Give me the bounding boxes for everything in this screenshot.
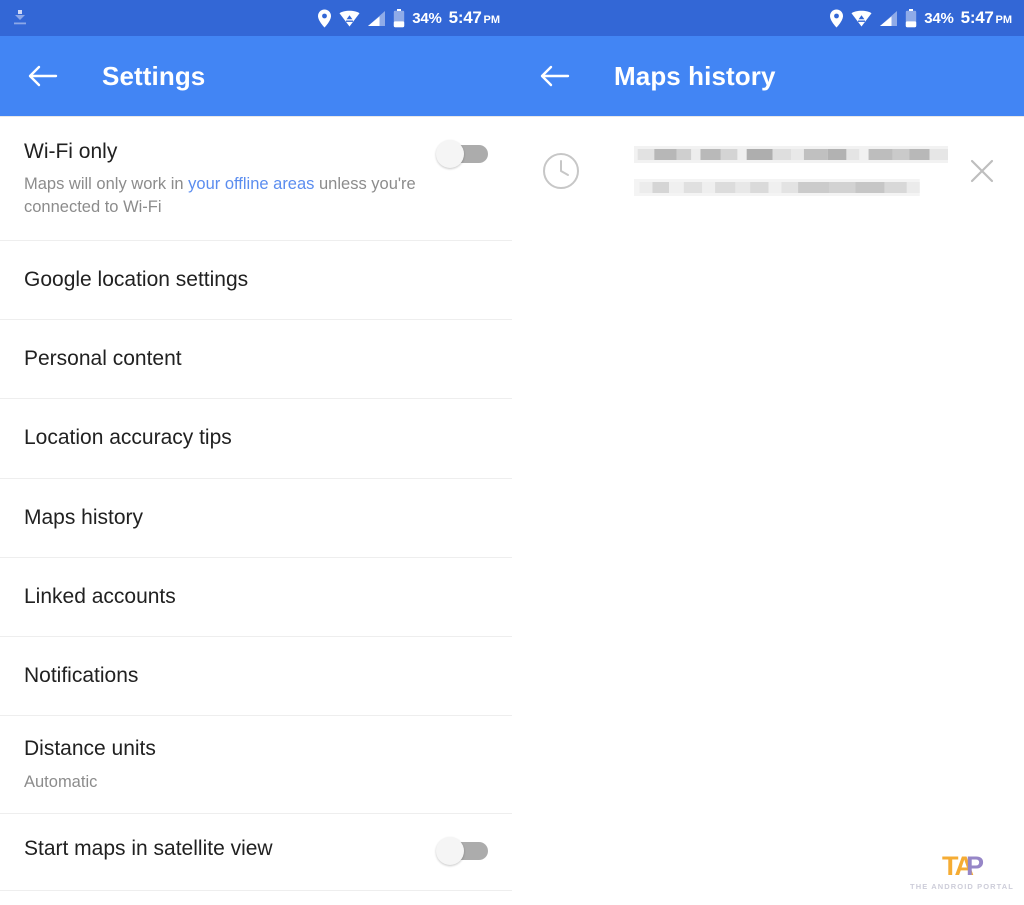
settings-row-google-location-settings[interactable]: Google location settings xyxy=(0,241,512,321)
location-pin-icon xyxy=(317,9,332,28)
status-bar-left: 34% 5:47 PM xyxy=(0,0,512,36)
settings-row-personal-content[interactable]: Personal content xyxy=(0,320,512,400)
history-list-item[interactable] xyxy=(512,117,1024,225)
page-title: Settings xyxy=(102,60,206,91)
row-subtitle-prefix: Maps will only work in xyxy=(24,175,189,194)
clock-time-label: 5:47 xyxy=(448,8,482,27)
settings-row-notifications[interactable]: Notifications xyxy=(0,637,512,717)
watermark-tagline: THE ANDROID PORTAL xyxy=(910,882,1014,891)
row-title: Google location settings xyxy=(24,267,249,291)
location-pin-icon xyxy=(829,9,844,28)
watermark-logo-t: T xyxy=(942,851,956,881)
row-title: Distance units xyxy=(24,737,156,761)
cellular-signal-icon xyxy=(367,10,386,27)
history-app-bar: Maps history xyxy=(512,36,1024,116)
settings-list: Wi-Fi only Maps will only work in your o… xyxy=(0,117,512,891)
toggle-thumb xyxy=(436,836,464,865)
watermark-logo-p: P xyxy=(966,851,984,881)
clock-ampm-label: PM xyxy=(483,14,501,26)
row-title: Location accuracy tips xyxy=(24,426,232,450)
settings-row-satellite-view[interactable]: Start maps in satellite view xyxy=(0,814,512,891)
cellular-signal-icon xyxy=(879,10,898,27)
status-bar-right: 34% 5:47 PM xyxy=(512,0,1024,36)
settings-row-location-accuracy-tips[interactable]: Location accuracy tips xyxy=(0,399,512,479)
redacted-line-secondary xyxy=(634,179,920,196)
dual-screenshot-container: 34% 5:47 PM Settings Wi-Fi only Maps wil… xyxy=(0,0,1024,905)
redacted-line-primary xyxy=(634,146,948,163)
close-x-icon[interactable] xyxy=(964,153,1000,189)
back-arrow-icon[interactable] xyxy=(22,55,64,97)
wifi-only-toggle[interactable] xyxy=(436,140,488,168)
settings-app-bar: Settings xyxy=(0,36,512,116)
back-arrow-icon[interactable] xyxy=(534,55,576,97)
clock-ampm-label: PM xyxy=(995,14,1013,26)
watermark-logo: TAP xyxy=(910,853,1014,880)
download-icon xyxy=(12,9,28,27)
wifi-icon xyxy=(339,10,360,27)
row-title: Linked accounts xyxy=(24,584,176,608)
battery-icon xyxy=(905,8,917,28)
row-title: Notifications xyxy=(24,664,139,688)
settings-row-linked-accounts[interactable]: Linked accounts xyxy=(0,558,512,638)
row-subtitle: Maps will only work in your offline area… xyxy=(24,173,424,218)
row-title: Maps history xyxy=(24,505,144,529)
watermark: TAP THE ANDROID PORTAL xyxy=(910,853,1014,892)
toggle-thumb xyxy=(436,140,464,168)
battery-percent-label: 34% xyxy=(924,9,954,27)
settings-screen: 34% 5:47 PM Settings Wi-Fi only Maps wil… xyxy=(0,0,512,905)
wifi-icon xyxy=(851,10,872,27)
settings-row-maps-history[interactable]: Maps history xyxy=(0,479,512,558)
row-title: Personal content xyxy=(24,347,182,371)
page-title: Maps history xyxy=(614,60,776,91)
row-title: Start maps in satellite view xyxy=(24,836,273,860)
battery-icon xyxy=(393,8,405,28)
row-title: Wi-Fi only xyxy=(24,140,118,163)
clock-history-icon xyxy=(540,150,582,192)
clock-time-label: 5:47 xyxy=(960,8,994,27)
maps-history-screen: 34% 5:47 PM Maps history TAP THE ANDROID… xyxy=(512,0,1024,905)
satellite-view-toggle[interactable] xyxy=(436,836,488,865)
settings-row-distance-units[interactable]: Distance units Automatic xyxy=(0,716,512,814)
battery-percent-label: 34% xyxy=(412,9,442,27)
redacted-history-text xyxy=(634,139,948,203)
offline-areas-link[interactable]: your offline areas xyxy=(188,175,314,193)
settings-row-wifi-only[interactable]: Wi-Fi only Maps will only work in your o… xyxy=(0,117,512,241)
row-subtitle: Automatic xyxy=(24,772,98,791)
